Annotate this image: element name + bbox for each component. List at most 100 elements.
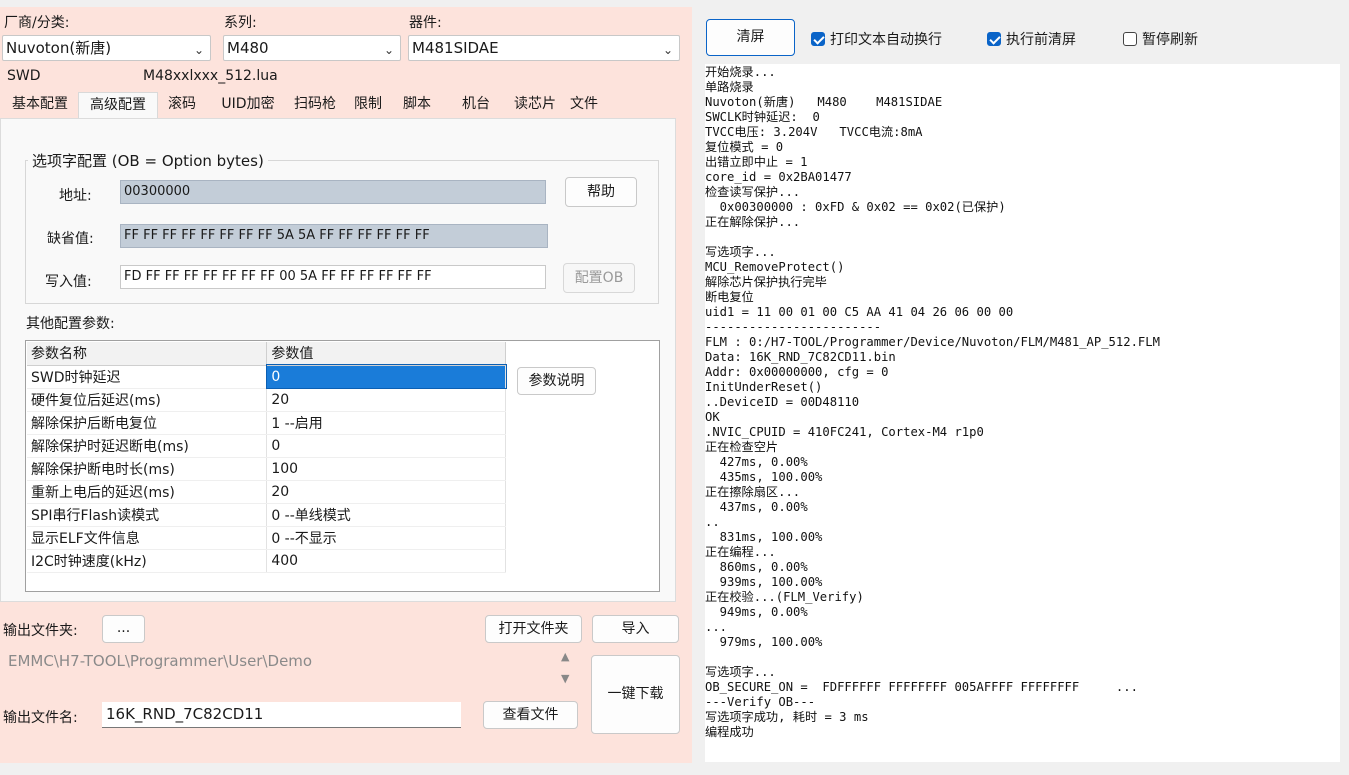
param-value[interactable]: 0 --不显示 — [266, 526, 506, 550]
table-row[interactable]: I2C时钟速度(kHz) 400 — [27, 549, 506, 573]
open-folder-button[interactable]: 打开文件夹 — [485, 615, 582, 643]
tab-file[interactable]: 文件 — [563, 92, 605, 118]
tab-barcode-scanner[interactable]: 扫码枪 — [287, 92, 343, 118]
param-name: 解除保护时延迟断电(ms) — [27, 434, 268, 458]
interface-type: SWD — [7, 68, 41, 84]
log-line: OB_SECURE_ON = FDFFFFFF FFFFFFFF 005AFFF… — [705, 680, 1138, 694]
default-value-label: 缺省值: — [47, 231, 94, 247]
param-name: SWD时钟延迟 — [27, 365, 268, 389]
log-line: .. — [705, 515, 720, 529]
log-line: 860ms, 0.00% — [705, 560, 808, 574]
table-row[interactable]: 解除保护后断电复位 1 --启用 — [27, 411, 506, 435]
tab-script[interactable]: 脚本 — [393, 92, 441, 118]
log-line: 0x00300000 : 0xFD & 0x02 == 0x02(已保护) — [705, 200, 1006, 214]
device-label: 器件: — [409, 15, 442, 31]
log-line: 写选项字成功, 耗时 = 3 ms — [705, 710, 869, 724]
tab-read-chip[interactable]: 读芯片 — [505, 92, 565, 118]
param-name: SPI串行Flash读模式 — [27, 503, 268, 527]
log-line: 831ms, 100.00% — [705, 530, 823, 544]
tab-limits[interactable]: 限制 — [345, 92, 391, 118]
option-bytes-legend: 选项字配置 (OB = Option bytes) — [32, 152, 264, 170]
import-button[interactable]: 导入 — [592, 615, 679, 643]
device-select[interactable]: M481SIDAE ⌄ — [408, 35, 680, 61]
param-value[interactable]: 400 — [266, 549, 506, 573]
tab-basic-config[interactable]: 基本配置 — [3, 92, 77, 118]
param-value[interactable]: 1 --启用 — [266, 411, 506, 435]
log-line: 427ms, 0.00% — [705, 455, 808, 469]
checkbox-checked-icon — [811, 32, 825, 46]
chevron-down-icon: ⌄ — [383, 43, 394, 57]
output-path-box[interactable]: EMMC\H7-TOOL\Programmer\User\Demo ▲ ▼ — [3, 648, 581, 691]
address-label: 地址: — [59, 188, 92, 204]
log-output[interactable]: 开始烧录... 单路烧录 Nuvoton(新唐) M480 M481SIDAE SWC… — [705, 64, 1340, 762]
output-folder-label: 输出文件夹: — [3, 623, 78, 639]
log-line: 正在擦除扇区... — [705, 485, 801, 499]
param-value[interactable]: 20 — [266, 388, 506, 412]
column-header-value[interactable]: 参数值 — [266, 342, 506, 366]
vendor-select[interactable]: Nuvoton(新唐) ⌄ — [2, 35, 211, 61]
browse-folder-button[interactable]: ... — [102, 615, 145, 643]
write-value-label: 写入值: — [45, 274, 92, 290]
log-line: Addr: 0x00000000, cfg = 0 — [705, 365, 889, 379]
param-name: 解除保护后断电复位 — [27, 411, 268, 435]
checkbox-checked-icon — [987, 32, 1001, 46]
table-row[interactable]: 重新上电后的延迟(ms) 20 — [27, 480, 506, 504]
write-value-field[interactable]: FD FF FF FF FF FF FF FF 00 5A FF FF FF F… — [120, 265, 546, 289]
output-path-text: EMMC\H7-TOOL\Programmer\User\Demo — [8, 652, 313, 670]
log-line: 写选项字... — [705, 245, 776, 259]
clear-screen-button[interactable]: 清屏 — [706, 19, 795, 56]
scroll-down-icon[interactable]: ▼ — [561, 672, 569, 685]
log-line: 编程成功 — [705, 725, 754, 739]
tab-rolling-code[interactable]: 滚码 — [159, 92, 205, 118]
param-name: 重新上电后的延迟(ms) — [27, 480, 268, 504]
log-line: 断电复位 — [705, 290, 754, 304]
param-value[interactable]: 0 — [266, 434, 506, 458]
tab-advanced-config[interactable]: 高级配置 — [78, 92, 158, 119]
log-line: SWCLK时钟延迟: 0 — [705, 110, 820, 124]
help-button[interactable]: 帮助 — [565, 177, 637, 207]
param-name: 解除保护断电时长(ms) — [27, 457, 268, 481]
table-row[interactable]: 显示ELF文件信息 0 --不显示 — [27, 526, 506, 550]
log-line: ..DeviceID = 00D48110 — [705, 395, 860, 409]
tab-uid-encryption[interactable]: UID加密 — [211, 92, 285, 118]
log-line: 开始烧录... — [705, 65, 776, 79]
param-value[interactable]: 0 --单线模式 — [266, 503, 506, 527]
series-label: 系列: — [224, 15, 257, 31]
tab-machine[interactable]: 机台 — [452, 92, 500, 118]
table-row[interactable]: 解除保护时延迟断电(ms) 0 — [27, 434, 506, 458]
log-line: .NVIC_CPUID = 410FC241, Cortex-M4 r1p0 — [705, 425, 984, 439]
chevron-down-icon: ⌄ — [662, 43, 673, 57]
param-explain-button[interactable]: 参数说明 — [517, 367, 596, 395]
table-row[interactable]: SWD时钟延迟 0 — [27, 364, 507, 389]
clear-before-exec-checkbox[interactable]: 执行前清屏 — [987, 29, 1076, 49]
column-header-name[interactable]: 参数名称 — [27, 342, 268, 366]
log-line: 正在解除保护... — [705, 215, 801, 229]
address-field[interactable]: 00300000 — [120, 180, 546, 204]
configure-ob-button[interactable]: 配置OB — [563, 263, 635, 293]
log-line: ... — [705, 620, 728, 634]
view-file-button[interactable]: 查看文件 — [483, 701, 578, 729]
output-filename-input[interactable]: 16K_RND_7C82CD11 — [102, 702, 461, 728]
auto-wrap-checkbox[interactable]: 打印文本自动换行 — [811, 29, 942, 49]
table-row[interactable]: SPI串行Flash读模式 0 --单线模式 — [27, 503, 506, 527]
param-value[interactable]: 20 — [266, 480, 506, 504]
param-value[interactable]: 0 — [265, 364, 507, 389]
param-value[interactable]: 100 — [266, 457, 506, 481]
pause-refresh-checkbox[interactable]: 暂停刷新 — [1123, 29, 1198, 49]
checkbox-unchecked-icon — [1123, 32, 1137, 46]
table-row[interactable]: 解除保护断电时长(ms) 100 — [27, 457, 506, 481]
scroll-up-icon[interactable]: ▲ — [561, 650, 569, 663]
table-row[interactable]: 硬件复位后延迟(ms) 20 — [27, 388, 506, 412]
log-line: 单路烧录 — [705, 80, 754, 94]
default-value-field[interactable]: FF FF FF FF FF FF FF FF 5A 5A FF FF FF F… — [120, 224, 548, 248]
pause-refresh-label: 暂停刷新 — [1142, 32, 1198, 48]
series-select[interactable]: M480 ⌄ — [223, 35, 401, 61]
log-line: 正在校验...(FLM_Verify) — [705, 590, 864, 604]
log-line: 检查读写保护... — [705, 185, 801, 199]
log-line: MCU_RemoveProtect() — [705, 260, 845, 274]
log-line: 437ms, 0.00% — [705, 500, 808, 514]
auto-wrap-label: 打印文本自动换行 — [830, 32, 942, 48]
param-name: I2C时钟速度(kHz) — [27, 549, 268, 573]
one-click-download-button[interactable]: 一键下载 — [591, 655, 680, 734]
